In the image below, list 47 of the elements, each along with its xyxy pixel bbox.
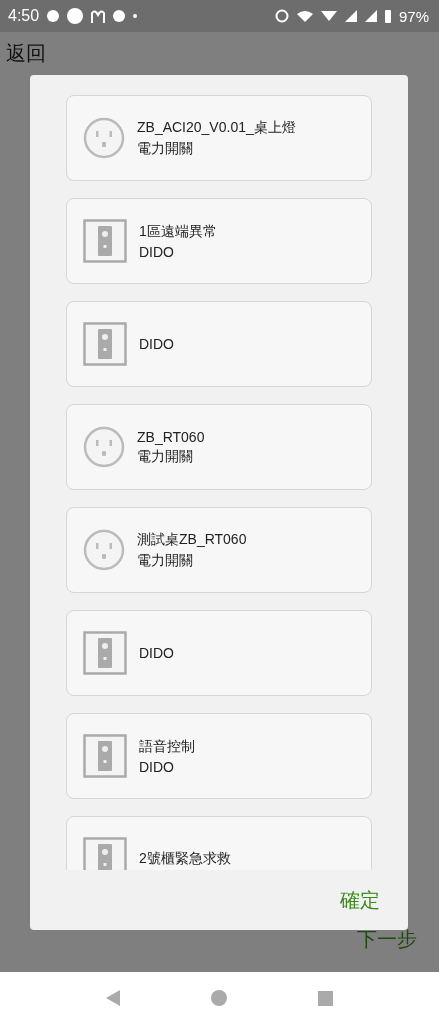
device-card[interactable]: 語音控制 DIDO	[66, 713, 372, 799]
notification-icon	[113, 10, 126, 22]
device-name: 測試桌ZB_RT060	[137, 530, 247, 549]
arches-icon	[91, 9, 106, 23]
panel-icon	[83, 631, 127, 675]
back-icon	[105, 990, 120, 1006]
device-card[interactable]: 2號櫃緊急求救	[66, 816, 372, 870]
device-card[interactable]: 測試桌ZB_RT060 電力開關	[66, 507, 372, 593]
device-name: ZB_ACI20_V0.01_桌上燈	[137, 118, 296, 137]
status-time: 4:50	[8, 7, 40, 25]
device-name: 1區遠端異常	[139, 222, 217, 241]
home-icon	[211, 990, 227, 1006]
device-card[interactable]: ZB_RT060 電力開關	[66, 404, 372, 490]
device-name: 2號櫃緊急求救	[139, 850, 231, 868]
device-type: 電力開關	[137, 447, 194, 466]
wifi-icon	[296, 10, 313, 22]
notification-icon	[67, 8, 84, 24]
device-name: DIDO	[139, 336, 174, 352]
device-name: DIDO	[139, 645, 174, 661]
panel-icon	[83, 322, 127, 366]
device-type: 電力開關	[137, 551, 194, 570]
device-type: 電力開關	[137, 139, 194, 158]
device-name: ZB_RT060	[137, 428, 205, 445]
panel-icon	[83, 219, 127, 263]
device-name: 語音控制	[139, 737, 195, 756]
device-card[interactable]: ZB_ACI20_V0.01_桌上燈 電力開關	[66, 95, 372, 181]
device-card[interactable]: DIDO	[66, 610, 372, 696]
signal-icon	[344, 10, 357, 22]
battery-percent: 97%	[398, 7, 429, 25]
panel-icon	[83, 734, 127, 778]
notification-icon	[47, 10, 60, 22]
phone-signal-icon	[320, 11, 337, 21]
back-link[interactable]: 返回	[6, 40, 46, 67]
outlet-icon	[83, 117, 125, 159]
panel-icon	[83, 837, 127, 870]
alarm-icon	[274, 9, 289, 23]
outlet-icon	[83, 529, 125, 571]
recents-icon	[318, 990, 334, 1006]
device-card[interactable]: 1區遠端異常 DIDO	[66, 198, 372, 284]
device-type: DIDO	[139, 758, 175, 775]
device-type: DIDO	[139, 243, 175, 260]
outlet-icon	[83, 426, 125, 468]
battery-icon	[384, 9, 391, 23]
signal-icon	[364, 10, 377, 22]
device-card[interactable]: DIDO	[66, 301, 372, 387]
confirm-button[interactable]: 確定	[336, 882, 384, 918]
dot-icon	[133, 14, 138, 18]
